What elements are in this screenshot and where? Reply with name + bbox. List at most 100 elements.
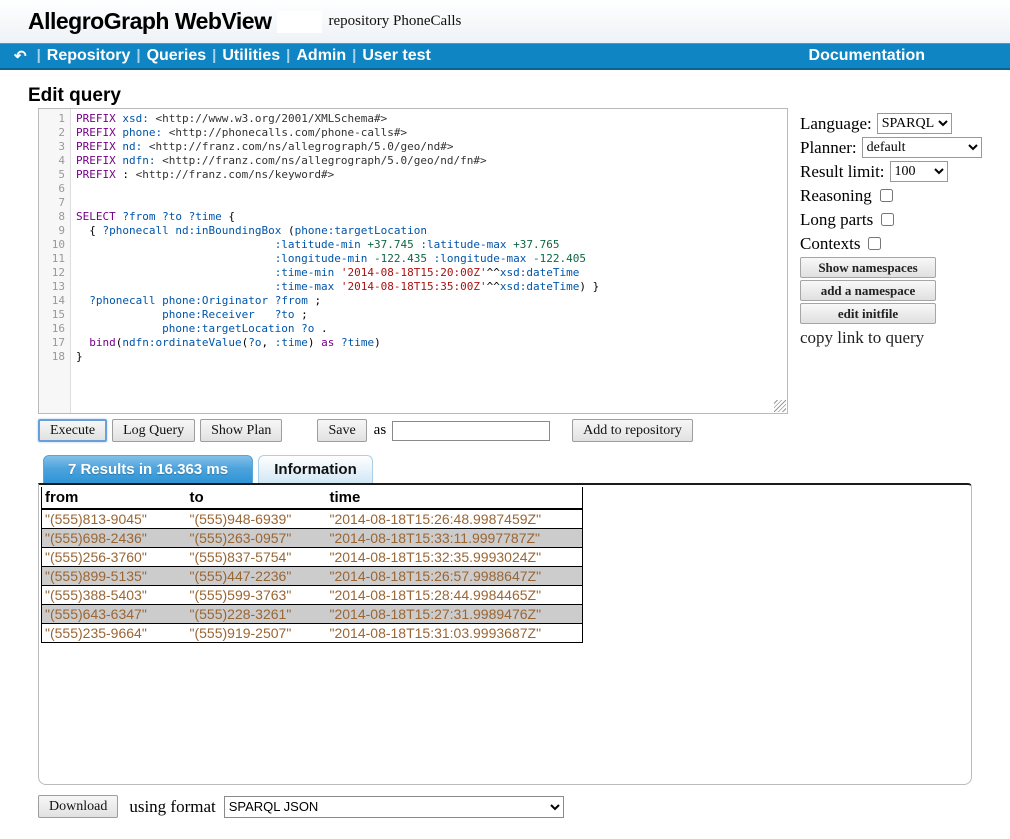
table-cell: "(555)447-2236" [187,567,327,586]
long-parts-checkbox[interactable] [881,213,894,226]
code-line: } [76,350,599,364]
table-cell: "(555)263-0957" [187,529,327,548]
nav-items: |Repository|Queries|Utilities|Admin|User… [31,47,431,65]
code-line: PREFIX xsd: <http://www.w3.org/2001/XMLS… [76,112,599,126]
table-row: "(555)235-9664""(555)919-2507""2014-08-1… [42,624,583,643]
repository-label: repository PhoneCalls [328,13,461,30]
nav-separator: | [206,47,222,64]
table-row: "(555)698-2436""(555)263-0957""2014-08-1… [42,529,583,548]
code-line: PREFIX phone: <http://phonecalls.com/pho… [76,126,599,140]
code-line: ?phonecall phone:Originator ?from ; [76,294,599,308]
code-line: PREFIX ndfn: <http://franz.com/ns/allegr… [76,154,599,168]
table-row: "(555)256-3760""(555)837-5754""2014-08-1… [42,548,583,567]
save-as-label: as [374,422,387,439]
tab-information[interactable]: Information [258,455,373,484]
reasoning-checkbox[interactable] [880,189,893,202]
query-editor[interactable]: 123456789101112131415161718 PREFIX xsd: … [38,108,788,414]
namespace-buttons: Show namespacesadd a namespaceedit initf… [800,257,1005,324]
app-header: AllegroGraph WebView repository PhoneCal… [0,0,1010,43]
code-line: :latitude-min +37.745 :latitude-max +37.… [76,238,599,252]
nav-separator: | [280,47,296,64]
tab-results[interactable]: 7 Results in 16.363 ms [43,455,253,484]
contexts-checkbox[interactable] [868,237,881,250]
query-options-sidebar: Language: SPARQL Planner: default Result… [800,112,1005,348]
column-header-from: from [42,487,187,509]
query-toolbar: Execute Log Query Show Plan Save as Add … [38,419,698,442]
download-bar: Download using format SPARQL JSON [38,795,564,818]
table-cell: "(555)919-2507" [187,624,327,643]
code-line: phone:targetLocation ?o . [76,322,599,336]
results-panel: fromtotime "(555)813-9045""(555)948-6939… [38,483,972,785]
back-arrow-icon[interactable]: ↶ [10,47,31,65]
table-cell: "(555)837-5754" [187,548,327,567]
header-spacer-box [277,11,322,33]
add-to-repository-button[interactable]: Add to repository [572,419,693,442]
download-button[interactable]: Download [38,795,118,818]
table-row: "(555)388-5403""(555)599-3763""2014-08-1… [42,586,583,605]
code-line: { ?phonecall nd:inBoundingBox (phone:tar… [76,224,599,238]
results-table: fromtotime "(555)813-9045""(555)948-6939… [41,487,583,643]
results-tabbar: 7 Results in 16.363 ms Information [43,455,378,484]
copy-link-to-query[interactable]: copy link to query [800,328,1005,348]
add-a-namespace-button[interactable]: add a namespace [800,280,936,301]
contexts-label: Contexts [800,234,860,254]
page-title: Edit query [28,85,121,107]
nav-item-admin[interactable]: Admin [296,47,346,64]
save-button[interactable]: Save [317,419,366,442]
column-header-to: to [187,487,327,509]
format-select[interactable]: SPARQL JSON [224,796,564,818]
result-limit-label: Result limit: [800,162,885,182]
column-header-time: time [327,487,583,509]
table-cell: "(555)698-2436" [42,529,187,548]
nav-separator: | [31,47,47,64]
table-cell: "(555)813-9045" [42,509,187,529]
planner-select[interactable]: default [862,137,982,158]
nav-item-documentation[interactable]: Documentation [809,47,925,65]
code-line: PREFIX nd: <http://franz.com/ns/allegrog… [76,140,599,154]
nav-item-user-test[interactable]: User test [362,47,430,64]
nav-item-repository[interactable]: Repository [47,47,131,64]
result-limit-select[interactable]: 100 [890,161,948,182]
show-plan-button[interactable]: Show Plan [200,419,282,442]
code-line: :time-max '2014-08-18T15:35:00Z'^^xsd:da… [76,280,599,294]
table-cell: "2014-08-18T15:33:11.9997787Z" [327,529,583,548]
table-cell: "2014-08-18T15:31:03.9993687Z" [327,624,583,643]
code-line: phone:Receiver ?to ; [76,308,599,322]
code-line [76,196,599,210]
table-cell: "2014-08-18T15:32:35.9993024Z" [327,548,583,567]
nav-item-utilities[interactable]: Utilities [222,47,280,64]
code-line: :longitude-min -122.435 :longitude-max -… [76,252,599,266]
nav-separator: | [130,47,146,64]
language-label: Language: [800,114,872,134]
table-cell: "(555)599-3763" [187,586,327,605]
log-query-button[interactable]: Log Query [112,419,195,442]
editor-code[interactable]: PREFIX xsd: <http://www.w3.org/2001/XMLS… [71,109,599,413]
table-cell: "2014-08-18T15:27:31.9989476Z" [327,605,583,624]
table-row: "(555)899-5135""(555)447-2236""2014-08-1… [42,567,583,586]
planner-label: Planner: [800,138,857,158]
format-label: using format [129,797,215,817]
save-name-input[interactable] [392,421,550,441]
editor-resize-handle[interactable] [774,400,786,412]
editor-line-numbers: 123456789101112131415161718 [39,109,71,413]
code-line: :time-min '2014-08-18T15:20:00Z'^^xsd:da… [76,266,599,280]
table-row: "(555)813-9045""(555)948-6939""2014-08-1… [42,509,583,529]
app-title: AllegroGraph WebView [28,8,271,35]
option-checkboxes: Reasoning Long parts Contexts [800,184,1005,255]
edit-initfile-button[interactable]: edit initfile [800,303,936,324]
table-cell: "(555)235-9664" [42,624,187,643]
nav-item-queries[interactable]: Queries [147,47,207,64]
language-select[interactable]: SPARQL [877,113,952,134]
table-cell: "(555)388-5403" [42,586,187,605]
reasoning-label: Reasoning [800,186,872,206]
main-navbar: ↶ |Repository|Queries|Utilities|Admin|Us… [0,43,1010,70]
table-cell: "(555)948-6939" [187,509,327,529]
long-parts-label: Long parts [800,210,873,230]
table-cell: "(555)256-3760" [42,548,187,567]
table-cell: "(555)643-6347" [42,605,187,624]
code-line: SELECT ?from ?to ?time { [76,210,599,224]
code-line: bind(ndfn:ordinateValue(?o, :time) as ?t… [76,336,599,350]
execute-button[interactable]: Execute [38,419,107,442]
show-namespaces-button[interactable]: Show namespaces [800,257,936,278]
table-cell: "2014-08-18T15:28:44.9984465Z" [327,586,583,605]
